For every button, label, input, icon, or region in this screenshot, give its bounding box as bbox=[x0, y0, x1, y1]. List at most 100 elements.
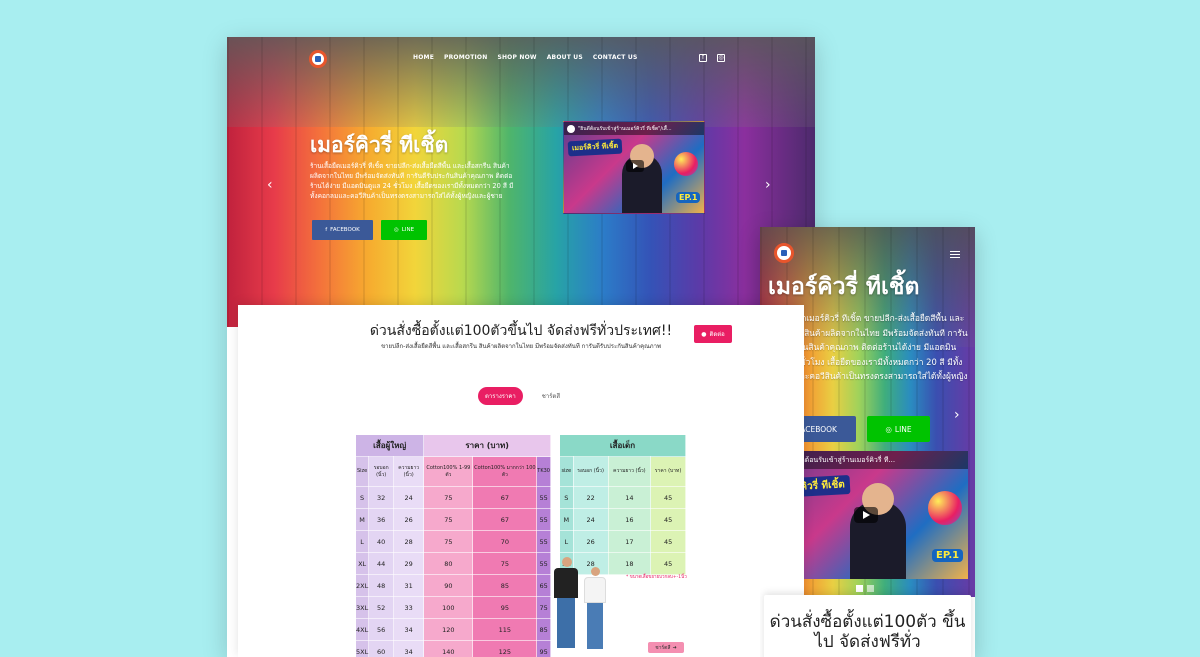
facebook-icon[interactable]: f bbox=[699, 54, 707, 62]
nav-promotion[interactable]: PROMOTION bbox=[444, 54, 487, 61]
table-cell: 90 bbox=[423, 574, 474, 597]
table-cell: 95 bbox=[472, 596, 538, 619]
nav-home[interactable]: HOME bbox=[413, 54, 434, 61]
table-cell: 85 bbox=[472, 574, 538, 597]
female-model bbox=[584, 567, 608, 653]
mobile-logo[interactable] bbox=[774, 243, 794, 263]
table-cell: 80 bbox=[423, 552, 474, 575]
table-cell: 55 bbox=[536, 552, 551, 575]
mobile-video-title: "ยินดีต้อนรับเข้าสู่ร้านเมอร์คิวรี่ ที..… bbox=[788, 455, 896, 464]
table-cell: 18 bbox=[607, 552, 652, 575]
mobile-slider-next-icon[interactable]: › bbox=[954, 407, 960, 423]
table-cell: M bbox=[354, 508, 370, 531]
table-cell: 24 bbox=[572, 508, 609, 531]
hamburger-menu-icon[interactable] bbox=[950, 251, 960, 260]
mobile-line-button[interactable]: ◎ LINE bbox=[867, 416, 930, 442]
table-cell: 24 bbox=[393, 486, 425, 509]
tab-color-chart[interactable]: ชาร์ตสี bbox=[535, 387, 567, 405]
table-cell: 34 bbox=[393, 618, 425, 641]
youtube-video-embed[interactable]: "ยินดีต้อนรับเข้าสู่ร้านเมอร์คิวรี่ ทีเช… bbox=[563, 121, 705, 214]
table-cell: 33 bbox=[393, 596, 425, 619]
slider-prev-icon[interactable]: ‹ bbox=[267, 177, 273, 193]
table-cell: 29 bbox=[393, 552, 425, 575]
play-icon[interactable] bbox=[854, 507, 878, 523]
contact-button[interactable]: ● ติดต่อ bbox=[694, 325, 732, 343]
table-cell: 17 bbox=[607, 530, 652, 553]
table-cell: 36 bbox=[368, 508, 395, 531]
col-length: ความยาว (นิ้ว) bbox=[393, 456, 425, 487]
table-cell: 45 bbox=[650, 486, 686, 509]
table-cell: XL bbox=[354, 552, 370, 575]
table-cell: 45 bbox=[650, 552, 686, 575]
mobile-promo-card: ด่วนสั่งซื้อตั้งแต่100ตัว ขึ้นไป จัดส่งฟ… bbox=[764, 595, 971, 657]
table-cell: 56 bbox=[368, 618, 395, 641]
color-chart-button[interactable]: ชาร์ตสี ➜ bbox=[648, 642, 684, 653]
table-cell: 28 bbox=[393, 530, 425, 553]
table-cell: 22 bbox=[572, 486, 609, 509]
table-cell: L bbox=[354, 530, 370, 553]
facebook-button-label: FACEBOOK bbox=[330, 227, 360, 233]
kid-col-price: ราคา (บาท) bbox=[650, 456, 686, 487]
hero-title: เมอร์คิวรี่ ทีเชิ้ต bbox=[310, 133, 449, 157]
table-cell: 75 bbox=[423, 530, 474, 553]
table-cell: 31 bbox=[393, 574, 425, 597]
arrow-right-icon: ➜ bbox=[672, 644, 677, 651]
table-cell: 55 bbox=[536, 530, 551, 553]
table-cell: 60 bbox=[368, 640, 395, 657]
table-cell: S bbox=[354, 486, 370, 509]
table-row: 2XL 48 31 90 85 65 bbox=[354, 574, 551, 597]
nav-about-us[interactable]: ABOUT US bbox=[547, 54, 583, 61]
table-cell: 120 bbox=[423, 618, 474, 641]
table-cell: 32 bbox=[368, 486, 395, 509]
table-cell: 55 bbox=[536, 486, 551, 509]
nav-shop-now[interactable]: SHOP NOW bbox=[497, 54, 536, 61]
table-cell: 75 bbox=[423, 508, 474, 531]
table-row: L 40 28 75 70 55 bbox=[354, 530, 551, 553]
hero-description: ร้านเสื้อยืดเมอร์คิวรี่ ทีเชิ้ต ขายปลีก-… bbox=[310, 162, 514, 200]
table-cell: 75 bbox=[536, 596, 551, 619]
kid-col-length: ความยาว (นิ้ว) bbox=[607, 456, 652, 487]
balloons-image bbox=[928, 491, 962, 525]
slider-dot[interactable] bbox=[856, 585, 863, 592]
logo[interactable] bbox=[309, 50, 327, 68]
table-cell: 34 bbox=[393, 640, 425, 657]
table-cell: 70 bbox=[472, 530, 538, 553]
table-cell: L bbox=[559, 530, 574, 553]
table-cell: 5XL bbox=[354, 640, 370, 657]
kid-col-chest: รอบอก (นิ้ว) bbox=[572, 456, 609, 487]
table-cell: 95 bbox=[536, 640, 551, 657]
table-cell: 16 bbox=[607, 508, 652, 531]
video-badge: เมอร์คิวรี่ ทีเชิ้ต bbox=[567, 138, 623, 157]
nav-links: HOME PROMOTION SHOP NOW ABOUT US CONTACT… bbox=[413, 54, 637, 61]
play-icon[interactable] bbox=[626, 160, 644, 172]
table-cell: 85 bbox=[536, 618, 551, 641]
contact-button-label: ติดต่อ bbox=[709, 331, 725, 338]
video-title: "ยินดีต้อนรับเข้าสู่ร้านเมอร์คิวรี่ ทีเช… bbox=[578, 125, 672, 132]
kid-header: เสื้อเด็ก bbox=[559, 434, 686, 457]
nav-contact-us[interactable]: CONTACT US bbox=[593, 54, 638, 61]
adult-header: เสื้อผู้ใหญ่ bbox=[354, 434, 425, 457]
hero-banner: HOME PROMOTION SHOP NOW ABOUT US CONTACT… bbox=[227, 37, 815, 327]
slider-next-icon[interactable]: › bbox=[765, 177, 771, 193]
table-row: M 24 16 45 bbox=[559, 508, 686, 531]
table-row: S 22 14 45 bbox=[559, 486, 686, 509]
line-icon[interactable]: ◎ bbox=[717, 54, 725, 62]
table-cell: 55 bbox=[536, 508, 551, 531]
table-cell: 44 bbox=[368, 552, 395, 575]
col-price-1-99: Cotton100% 1-99 ตัว bbox=[423, 456, 474, 487]
table-cell: 115 bbox=[472, 618, 538, 641]
table-row: L 26 17 45 bbox=[559, 530, 686, 553]
table-cell: 125 bbox=[472, 640, 538, 657]
mobile-line-label: LINE bbox=[894, 424, 912, 434]
slider-dots bbox=[856, 585, 874, 592]
top-navbar: HOME PROMOTION SHOP NOW ABOUT US CONTACT… bbox=[227, 37, 815, 81]
adult-price-table: เสื้อผู้ใหญ่ ราคา (บาท) Size รอบอก (นิ้ว… bbox=[354, 434, 551, 657]
male-model bbox=[554, 557, 580, 653]
facebook-button[interactable]: f FACEBOOK bbox=[312, 220, 373, 240]
balloons-image bbox=[674, 152, 698, 176]
models-image bbox=[554, 553, 610, 657]
slider-dot[interactable] bbox=[867, 585, 874, 592]
tab-price-table[interactable]: ตารางราคา bbox=[478, 387, 523, 405]
table-cell: 45 bbox=[650, 530, 686, 553]
line-button[interactable]: ◎ LINE bbox=[381, 220, 427, 240]
